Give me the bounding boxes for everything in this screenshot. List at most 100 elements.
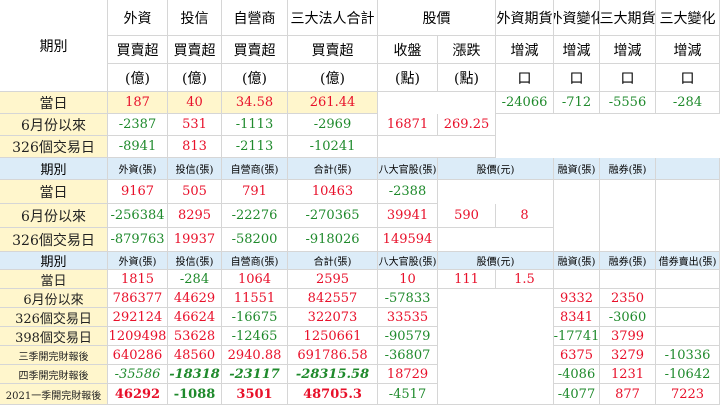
margin-value[interactable]: -4086 bbox=[554, 365, 600, 384]
cell-value[interactable]: -23117 bbox=[222, 365, 288, 384]
header-buysell[interactable]: 買賣超 bbox=[108, 36, 168, 64]
cell-value[interactable]: 44629 bbox=[168, 289, 222, 308]
cell-value[interactable]: -12465 bbox=[222, 327, 288, 346]
cell-value[interactable]: -879763 bbox=[108, 228, 168, 252]
header-incdec[interactable]: 增減 bbox=[600, 36, 656, 64]
row-label[interactable]: 326個交易日 bbox=[0, 136, 108, 158]
price-value[interactable]: 111 bbox=[438, 270, 496, 289]
cell-value[interactable]: 1250661 bbox=[288, 327, 378, 346]
header-trust[interactable]: 投信(張) bbox=[168, 252, 222, 270]
price-chg-value[interactable]: 1.5 bbox=[496, 270, 554, 289]
header-lend[interactable]: 借券賣出(張) bbox=[656, 252, 720, 270]
header-trust[interactable]: 投信(張) bbox=[168, 158, 222, 180]
fut-value[interactable]: -24066 bbox=[496, 92, 554, 114]
header-box[interactable]: 口 bbox=[554, 64, 600, 92]
big3-fut-value[interactable]: -5556 bbox=[600, 92, 656, 114]
header-dealer[interactable]: 自營商(張) bbox=[222, 252, 288, 270]
margin-value[interactable]: 8341 bbox=[554, 308, 600, 327]
cell-value[interactable]: 1209498 bbox=[108, 327, 168, 346]
close-value[interactable]: 16871 bbox=[378, 114, 438, 136]
header-fut-pos[interactable]: 外資期貨 bbox=[496, 0, 554, 36]
cell-value[interactable]: 640286 bbox=[108, 346, 168, 365]
cell-value[interactable]: 19937 bbox=[168, 228, 222, 252]
cell-value[interactable]: 10463 bbox=[288, 180, 378, 204]
header-empty[interactable] bbox=[656, 158, 720, 180]
cell-value[interactable]: -284 bbox=[168, 270, 222, 289]
row-label[interactable]: 當日 bbox=[0, 270, 108, 289]
header-margin[interactable]: 融資(張) bbox=[554, 158, 600, 180]
lend-value[interactable] bbox=[656, 289, 720, 308]
header-price[interactable]: 股價 bbox=[378, 0, 496, 36]
header-bank8[interactable]: 八大官股(張) bbox=[378, 252, 438, 270]
header-price[interactable]: 股價(元) bbox=[438, 158, 554, 180]
big3-chg-value[interactable]: -284 bbox=[656, 92, 720, 114]
cell-value[interactable]: -22276 bbox=[222, 204, 288, 228]
header-close-unit[interactable]: (點) bbox=[378, 64, 438, 92]
header-total[interactable]: 合計(張) bbox=[288, 252, 378, 270]
margin-value[interactable]: 6375 bbox=[554, 346, 600, 365]
cell-value[interactable]: -10241 bbox=[288, 136, 378, 158]
lend-value[interactable] bbox=[656, 270, 720, 289]
cell-value[interactable]: 813 bbox=[168, 136, 222, 158]
cell-value[interactable]: 8295 bbox=[168, 204, 222, 228]
header-box[interactable]: 口 bbox=[496, 64, 554, 92]
header-dealer[interactable]: 自營商 bbox=[222, 0, 288, 36]
margin-value[interactable] bbox=[554, 270, 600, 289]
header-total[interactable]: 三大法人合計 bbox=[288, 0, 378, 36]
empty-cell[interactable] bbox=[656, 180, 720, 252]
cell-value[interactable]: -2969 bbox=[288, 114, 378, 136]
bank8-value[interactable]: 10 bbox=[378, 270, 438, 289]
cell-value[interactable]: 531 bbox=[168, 114, 222, 136]
cell-value[interactable]: 3501 bbox=[222, 384, 288, 405]
row-label[interactable]: 三季開完財報後 bbox=[0, 346, 108, 365]
fut-chg-value[interactable]: -712 bbox=[554, 92, 600, 114]
cell-value[interactable]: 842557 bbox=[288, 289, 378, 308]
row-label[interactable]: 398個交易日 bbox=[0, 327, 108, 346]
lend-value[interactable]: -10642 bbox=[656, 365, 720, 384]
cell-value[interactable]: -918026 bbox=[288, 228, 378, 252]
cell-value[interactable]: 261.44 bbox=[288, 92, 378, 114]
empty-cell[interactable] bbox=[554, 180, 600, 252]
short-value[interactable]: 3279 bbox=[600, 346, 656, 365]
cell-value[interactable]: 322073 bbox=[288, 308, 378, 327]
row-label[interactable]: 6月份以來 bbox=[0, 114, 108, 136]
header-total[interactable]: 合計(張) bbox=[288, 158, 378, 180]
header-big3-fut[interactable]: 三大期貨 bbox=[600, 0, 656, 36]
cell-value[interactable]: -28315.58 bbox=[288, 365, 378, 384]
cell-value[interactable]: -58200 bbox=[222, 228, 288, 252]
header-period[interactable]: 期別 bbox=[0, 0, 108, 92]
header-unit[interactable]: (億) bbox=[288, 64, 378, 92]
row-label[interactable]: 326個交易日 bbox=[0, 228, 108, 252]
header-foreign[interactable]: 外資(張) bbox=[108, 158, 168, 180]
header-close[interactable]: 收盤 bbox=[378, 36, 438, 64]
bank8-value[interactable]: 18729 bbox=[378, 365, 438, 384]
cell-value[interactable]: 46624 bbox=[168, 308, 222, 327]
cell-value[interactable]: -35586 bbox=[108, 365, 168, 384]
short-value[interactable]: -3060 bbox=[600, 308, 656, 327]
cell-value[interactable]: 187 bbox=[108, 92, 168, 114]
header-unit[interactable]: (億) bbox=[168, 64, 222, 92]
header-fut-chg[interactable]: 外資變化 bbox=[554, 0, 600, 36]
header-big3-chg[interactable]: 三大變化 bbox=[656, 0, 720, 36]
cell-value[interactable]: 53628 bbox=[168, 327, 222, 346]
cell-value[interactable]: -1088 bbox=[168, 384, 222, 405]
price-value[interactable]: 590 bbox=[438, 204, 496, 228]
header-buysell[interactable]: 買賣超 bbox=[168, 36, 222, 64]
header-unit[interactable]: (億) bbox=[222, 64, 288, 92]
cell-value[interactable]: -18318 bbox=[168, 365, 222, 384]
bank8-value[interactable]: 149594 bbox=[378, 228, 438, 252]
margin-value[interactable]: -17741 bbox=[554, 327, 600, 346]
row-label[interactable]: 2021一季開完財報後 bbox=[0, 384, 108, 405]
short-value[interactable]: 1231 bbox=[600, 365, 656, 384]
cell-value[interactable]: 48705.3 bbox=[288, 384, 378, 405]
cell-value[interactable]: 40 bbox=[168, 92, 222, 114]
row-label[interactable]: 326個交易日 bbox=[0, 308, 108, 327]
header-change-unit[interactable]: (點) bbox=[438, 64, 496, 92]
header-foreign[interactable]: 外資 bbox=[108, 0, 168, 36]
lend-value[interactable] bbox=[656, 308, 720, 327]
cell-value[interactable]: 9167 bbox=[108, 180, 168, 204]
lend-value[interactable]: -10336 bbox=[656, 346, 720, 365]
header-foreign[interactable]: 外資(張) bbox=[108, 252, 168, 270]
cell-value[interactable]: 691786.58 bbox=[288, 346, 378, 365]
row-label[interactable]: 四季開完財報後 bbox=[0, 365, 108, 384]
